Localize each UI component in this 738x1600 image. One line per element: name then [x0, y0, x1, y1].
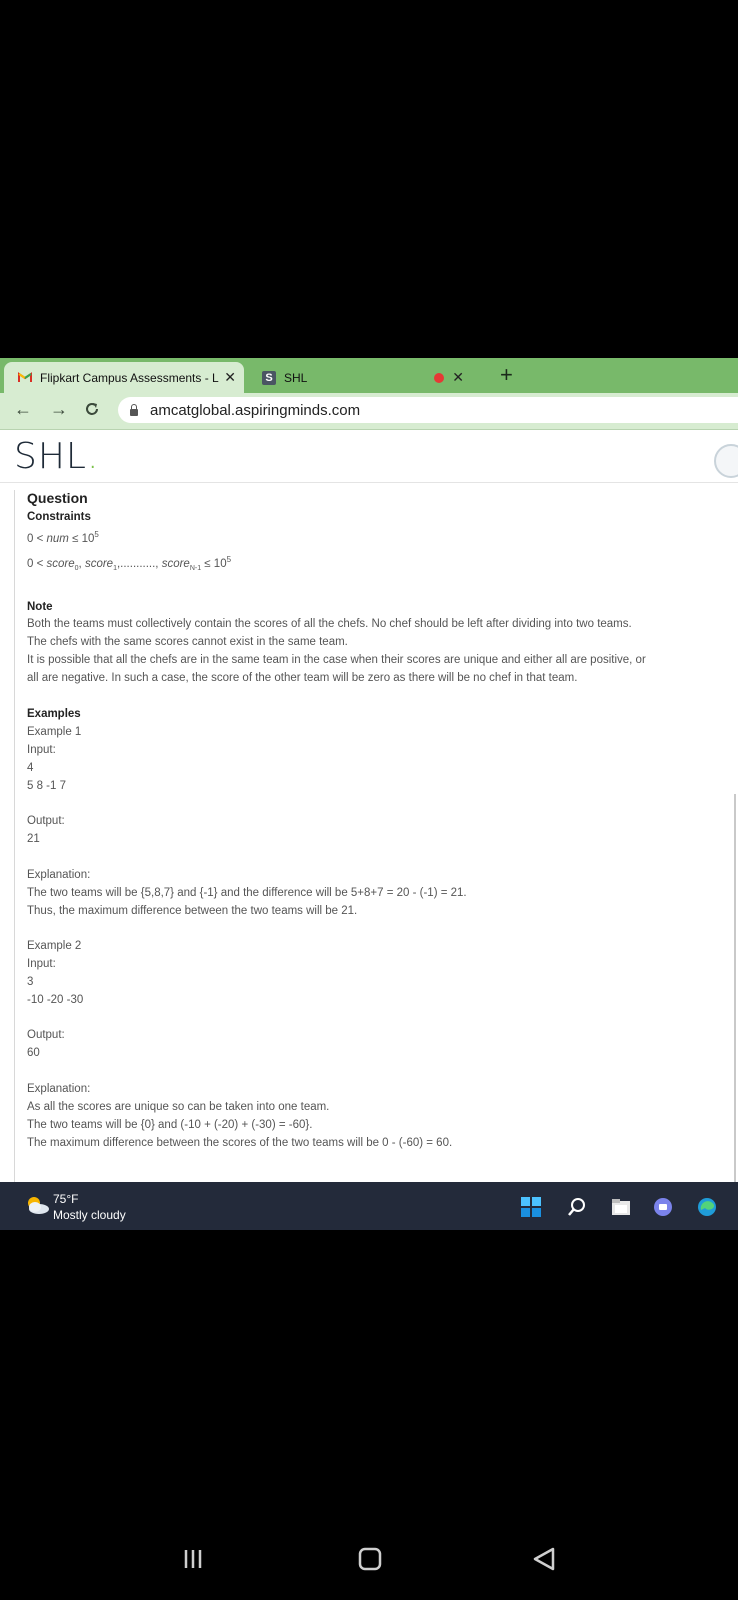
reload-icon[interactable]	[84, 399, 100, 422]
example2-explanation-label: Explanation:	[27, 1083, 91, 1095]
example2-explanation-line: The maximum difference between the score…	[27, 1137, 453, 1149]
tab-shl[interactable]: S SHL ✕	[252, 362, 472, 393]
example1-title: Example 1	[27, 726, 82, 738]
gmail-icon	[18, 372, 32, 383]
windows-start-icon[interactable]	[520, 1196, 542, 1218]
home-icon[interactable]	[357, 1546, 383, 1577]
new-tab-button[interactable]: +	[500, 362, 513, 388]
example2-output-label: Output:	[27, 1029, 65, 1041]
url-field[interactable]: amcatglobal.aspiringminds.com	[118, 397, 738, 423]
teams-chat-icon[interactable]	[652, 1196, 674, 1218]
file-explorer-icon[interactable]	[610, 1196, 632, 1218]
question-heading: Question	[27, 490, 88, 506]
example1-explanation-line: The two teams will be {5,8,7} and {-1} a…	[27, 887, 467, 899]
page: SHL. Question Constraints 0 < num ≤ 105 …	[0, 430, 738, 1182]
close-tab-icon[interactable]: ✕	[452, 369, 464, 386]
example2-explanation-line: As all the scores are unique so can be t…	[27, 1101, 330, 1113]
weather-cloud-sun-icon[interactable]	[24, 1194, 49, 1216]
scrollbar-thumb[interactable]	[734, 794, 736, 1182]
example1-explanation-line: Thus, the maximum difference between the…	[27, 905, 358, 917]
tab-label: Flipkart Campus Assessments - L	[40, 370, 219, 385]
example2-title: Example 2	[27, 940, 82, 952]
example1-input-label: Input:	[27, 744, 56, 756]
example2-output: 60	[27, 1047, 40, 1059]
weather-temperature[interactable]: 75°F	[53, 1192, 78, 1206]
windows-taskbar: 75°F Mostly cloudy	[0, 1182, 738, 1230]
note-line: It is possible that all the chefs are in…	[27, 654, 646, 666]
tab-flipkart-campus-assessments[interactable]: Flipkart Campus Assessments - L ✕	[4, 362, 244, 393]
address-bar-row: ← → amcatglobal.aspiringminds.com	[0, 393, 738, 430]
example2-input-line: 3	[27, 976, 34, 988]
note-line: The chefs with the same scores cannot ex…	[27, 636, 348, 648]
back-arrow-icon[interactable]: ←	[14, 399, 32, 420]
example2-input-line: -10 -20 -30	[27, 994, 84, 1006]
browser-tab-strip: Flipkart Campus Assessments - L ✕ S SHL …	[0, 358, 738, 393]
note-heading: Note	[27, 601, 53, 613]
back-icon[interactable]	[531, 1546, 557, 1577]
shl-favicon-icon: S	[262, 370, 276, 385]
example1-output-label: Output:	[27, 815, 65, 827]
recording-indicator-icon	[434, 372, 444, 383]
example1-explanation-label: Explanation:	[27, 869, 91, 881]
android-nav-bar	[0, 1530, 738, 1600]
profile-circle-icon[interactable]	[714, 444, 738, 478]
example1-input-line: 4	[27, 762, 34, 774]
example2-input-label: Input:	[27, 958, 56, 970]
edge-browser-icon[interactable]	[696, 1196, 718, 1218]
search-icon[interactable]	[566, 1196, 588, 1218]
weather-condition[interactable]: Mostly cloudy	[53, 1208, 126, 1222]
question-panel: Question Constraints 0 < num ≤ 105 0 < s…	[14, 490, 735, 1182]
shl-logo: SHL.	[14, 436, 100, 477]
example1-output: 21	[27, 833, 40, 845]
example2-explanation-line: The two teams will be {0} and (-10 + (-2…	[27, 1119, 313, 1131]
constraint-num: 0 < num ≤ 105	[27, 530, 99, 545]
constraint-scores: 0 < score0, score1,..........., scoreN-1…	[27, 555, 232, 573]
recents-icon[interactable]	[180, 1546, 206, 1577]
note-line: Both the teams must collectively contain…	[27, 618, 632, 630]
app-header: SHL.	[0, 430, 738, 483]
forward-arrow-icon[interactable]: →	[50, 399, 68, 420]
examples-heading: Examples	[27, 708, 81, 720]
url-text: amcatglobal.aspiringminds.com	[150, 401, 361, 419]
note-line: all are negative. In such a case, the sc…	[27, 672, 578, 684]
close-tab-icon[interactable]: ✕	[224, 369, 236, 386]
lock-icon	[130, 403, 138, 416]
constraints-heading: Constraints	[27, 511, 91, 523]
example1-input-line: 5 8 -1 7	[27, 780, 66, 792]
tab-label: SHL	[284, 370, 308, 385]
